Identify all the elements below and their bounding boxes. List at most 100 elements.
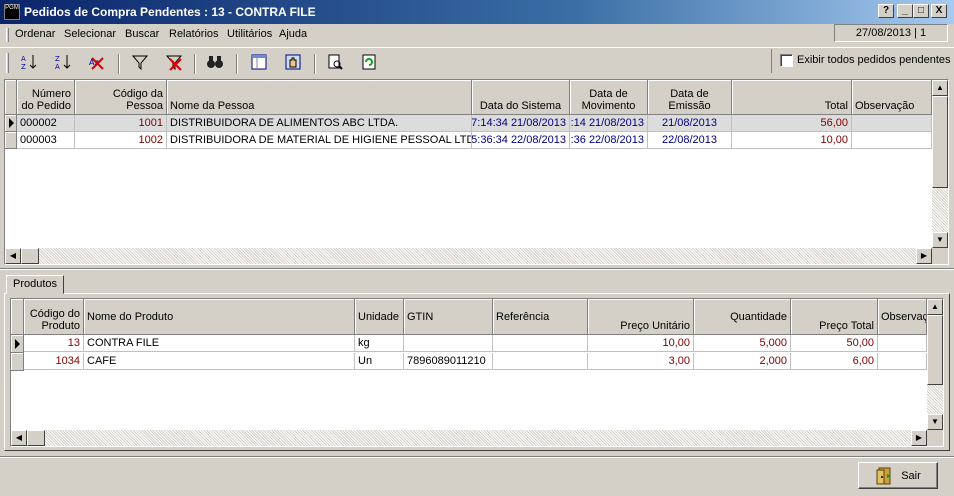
scroll-up-icon[interactable]: ▲ <box>927 299 943 315</box>
row-indicator[interactable] <box>11 353 24 371</box>
table-row-cell[interactable]: 21/08/2013 17:14:34 <box>472 115 570 132</box>
table-row-cell[interactable]: 5,000 <box>694 335 791 352</box>
table-row-cell[interactable]: CAFE <box>84 353 355 370</box>
col-total[interactable]: Total <box>732 80 852 115</box>
table-row-cell[interactable]: 56,00 <box>732 115 852 132</box>
scroll-down-icon[interactable]: ▼ <box>932 232 948 248</box>
table-row-cell[interactable]: 21/08/2013 17:14: <box>570 115 648 132</box>
help-button[interactable]: ? <box>878 4 894 18</box>
table-row-cell[interactable]: 50,00 <box>791 335 878 352</box>
col-observacao[interactable]: Observaçã <box>878 299 927 335</box>
col-unidade[interactable]: Unidade <box>355 299 404 335</box>
filter-icon[interactable] <box>129 53 151 73</box>
col-numero-pedido[interactable]: Número do Pedido <box>17 80 75 115</box>
row-indicator[interactable] <box>11 335 24 353</box>
minimize-button[interactable]: _ <box>897 4 913 18</box>
table-row-cell[interactable] <box>878 353 927 370</box>
table-row-cell[interactable]: 1034 <box>24 353 84 370</box>
table-row-cell[interactable]: kg <box>355 335 404 352</box>
row-indicator[interactable] <box>5 132 17 149</box>
table-row-cell[interactable] <box>852 115 932 132</box>
col-codigo-produto[interactable]: Código do Produto <box>24 299 84 335</box>
col-data-sistema[interactable]: Data do Sistema <box>472 80 570 115</box>
table-row-cell[interactable] <box>878 335 927 352</box>
table-row-cell[interactable] <box>852 132 932 149</box>
scroll-down-icon[interactable]: ▼ <box>927 414 943 430</box>
col-codigo-pessoa[interactable]: Código da Pessoa <box>75 80 167 115</box>
menu-buscar[interactable]: Buscar <box>125 28 159 40</box>
clear-sort-icon[interactable]: Az <box>86 53 108 73</box>
scroll-up-icon[interactable]: ▲ <box>932 80 948 96</box>
row-indicator[interactable] <box>5 115 17 132</box>
table-row-cell[interactable]: 22/08/2013 15:36: <box>570 132 648 149</box>
table-row-cell[interactable]: 000002 <box>17 115 75 132</box>
col-nome-pessoa[interactable]: Nome da Pessoa <box>167 80 472 115</box>
scroll-thumb[interactable] <box>27 430 45 446</box>
horizontal-scrollbar[interactable]: ◀ ▶ <box>11 430 927 446</box>
table-row-cell[interactable]: 7896089011210 <box>404 353 493 370</box>
table-row-cell[interactable]: 10,00 <box>588 335 694 352</box>
scroll-right-icon[interactable]: ▶ <box>911 430 927 446</box>
vertical-scrollbar[interactable]: ▲ ▼ <box>927 299 943 430</box>
maximize-button[interactable]: □ <box>913 4 929 18</box>
clear-filter-icon[interactable] <box>163 53 185 73</box>
table-row-cell[interactable]: 22/08/2013 15:36:34 <box>472 132 570 149</box>
binoculars-icon[interactable] <box>204 53 226 73</box>
table-row-cell[interactable]: 2,000 <box>694 353 791 370</box>
exit-button[interactable]: Sair <box>858 462 938 489</box>
table-row-cell[interactable]: 13 <box>24 335 84 352</box>
col-preco-unitario[interactable]: Preço Unitário <box>588 299 694 335</box>
table-row-cell[interactable]: 10,00 <box>732 132 852 149</box>
table-row-cell[interactable]: DISTRIBUIDORA DE ALIMENTOS ABC LTDA. <box>167 115 472 132</box>
horizontal-scrollbar[interactable]: ◀ ▶ <box>5 248 932 264</box>
scroll-thumb[interactable] <box>932 96 948 188</box>
table-row-cell[interactable]: 3,00 <box>588 353 694 370</box>
preview-icon[interactable] <box>324 53 346 73</box>
table-row-cell[interactable]: 6,00 <box>791 353 878 370</box>
orders-grid[interactable]: Número do Pedido Código da Pessoa Nome d… <box>4 79 949 265</box>
scroll-right-icon[interactable]: ▶ <box>916 248 932 264</box>
scroll-thumb[interactable] <box>927 315 943 385</box>
col-referencia[interactable]: Referência <box>493 299 588 335</box>
products-grid[interactable]: Código do Produto Nome do Produto Unidad… <box>10 298 944 447</box>
col-quantidade[interactable]: Quantidade <box>694 299 791 335</box>
table-row-cell[interactable]: 000003 <box>17 132 75 149</box>
table-row-cell[interactable]: 21/08/2013 <box>648 115 732 132</box>
sort-asc-icon[interactable]: AZ <box>18 53 40 73</box>
vertical-scrollbar[interactable]: ▲ ▼ <box>932 80 948 248</box>
sort-desc-icon[interactable]: ZA <box>52 53 74 73</box>
window-title: Pedidos de Compra Pendentes : 13 - CONTR… <box>24 5 316 19</box>
col-data-emissao[interactable]: Data de Emissão <box>648 80 732 115</box>
table-row-cell[interactable]: Un <box>355 353 404 370</box>
table-row-cell[interactable]: 1002 <box>75 132 167 149</box>
hand-icon[interactable] <box>282 53 304 73</box>
table-row-cell[interactable] <box>404 335 493 352</box>
col-nome-produto[interactable]: Nome do Produto <box>84 299 355 335</box>
menu-ajuda[interactable]: Ajuda <box>279 28 307 40</box>
tab-produtos[interactable]: Produtos <box>6 275 64 294</box>
menu-ordenar[interactable]: Ordenar <box>15 28 55 40</box>
splitter[interactable] <box>0 268 954 270</box>
table-row-cell[interactable]: DISTRIBUIDORA DE MATERIAL DE HIGIENE PES… <box>167 132 472 149</box>
menu-selecionar[interactable]: Selecionar <box>64 28 116 40</box>
table-row-cell[interactable]: CONTRA FILE <box>84 335 355 352</box>
menu-utilitarios[interactable]: Utilitários <box>227 28 272 40</box>
show-all-checkbox[interactable] <box>780 54 793 67</box>
scroll-left-icon[interactable]: ◀ <box>5 248 21 264</box>
table-row-cell[interactable] <box>493 353 588 370</box>
col-preco-total[interactable]: Preço Total <box>791 299 878 335</box>
menu-relatorios[interactable]: Relatórios <box>169 28 219 40</box>
scroll-thumb[interactable] <box>21 248 39 264</box>
table-row-cell[interactable] <box>493 335 588 352</box>
table-row-cell[interactable]: 1001 <box>75 115 167 132</box>
col-gtin[interactable]: GTIN <box>404 299 493 335</box>
col-observacao[interactable]: Observação <box>852 80 932 115</box>
refresh-icon[interactable] <box>358 53 380 73</box>
table-row-cell[interactable]: 22/08/2013 <box>648 132 732 149</box>
columns-icon[interactable] <box>248 53 270 73</box>
close-button[interactable]: X <box>931 4 947 18</box>
scroll-left-icon[interactable]: ◀ <box>11 430 27 446</box>
grid-corner <box>5 80 17 115</box>
col-data-movimento[interactable]: Data de Movimento <box>570 80 648 115</box>
door-icon <box>876 467 892 484</box>
